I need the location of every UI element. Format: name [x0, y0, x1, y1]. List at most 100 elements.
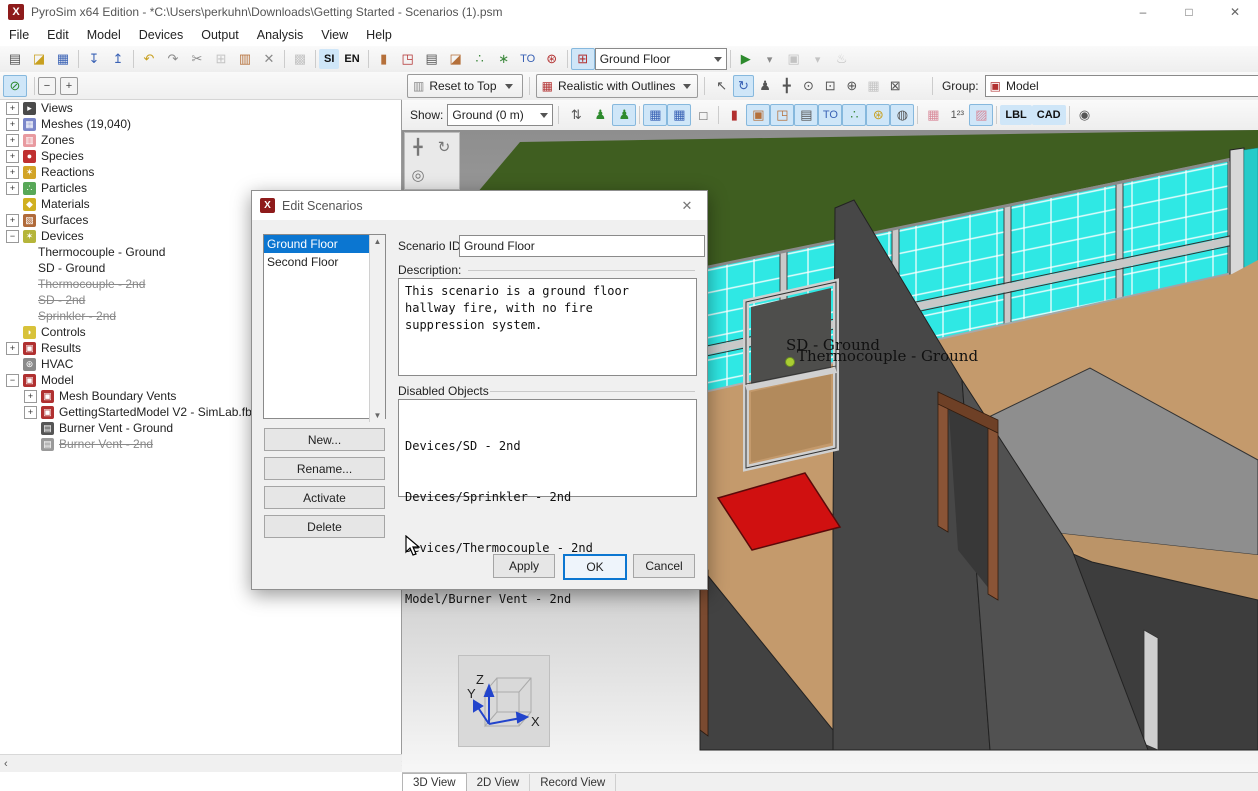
zoom-tool-icon[interactable]: ⊙: [798, 75, 820, 97]
tab-2d-view[interactable]: 2D View: [467, 774, 531, 791]
tab-record-view[interactable]: Record View: [530, 774, 616, 791]
show-floor-combo[interactable]: Ground (0 m): [447, 104, 553, 126]
group-combo[interactable]: ▣ Model: [985, 75, 1258, 97]
menu-edit[interactable]: Edit: [38, 28, 78, 42]
scenario-manager-icon[interactable]: ⊞: [571, 48, 595, 70]
new-particle-icon[interactable]: ∗: [492, 48, 516, 70]
collapse-all-button[interactable]: −: [38, 77, 56, 95]
show-vents-icon[interactable]: ▤: [794, 104, 818, 126]
pan-tool-icon[interactable]: ╋: [776, 75, 798, 97]
show-devices-icon[interactable]: ⊛: [866, 104, 890, 126]
rename-button[interactable]: Rename...: [264, 457, 385, 480]
expand-icon[interactable]: +: [6, 166, 19, 179]
collapse-icon[interactable]: −: [6, 230, 19, 243]
expand-icon[interactable]: +: [6, 182, 19, 195]
menu-help[interactable]: Help: [357, 28, 401, 42]
new-vent-icon[interactable]: ▤: [420, 48, 444, 70]
scenario-list-scrollbar[interactable]: ▲▼: [369, 235, 385, 422]
scenario-list-item-ground[interactable]: Ground Floor: [264, 235, 371, 253]
show-to-labels-icon[interactable]: TO: [818, 104, 842, 126]
dialog-title-bar[interactable]: X Edit Scenarios ✕: [252, 191, 707, 220]
paste-icon[interactable]: ▥: [233, 48, 257, 70]
dialog-close-icon[interactable]: ✕: [667, 191, 707, 220]
scenario-id-field[interactable]: Ground Floor: [459, 235, 705, 257]
resume-dropdown-icon[interactable]: ▾: [806, 48, 830, 70]
menu-analysis[interactable]: Analysis: [248, 28, 313, 42]
orbit-tool-icon[interactable]: ↻: [733, 75, 755, 97]
show-holes-icon[interactable]: ◳: [770, 104, 794, 126]
center-view-icon[interactable]: ⊕: [841, 75, 863, 97]
new-slice-icon[interactable]: ◪: [444, 48, 468, 70]
camera-icon[interactable]: ◉: [1073, 104, 1097, 126]
lbl-toggle-button[interactable]: LBL: [1000, 105, 1031, 125]
description-textarea[interactable]: This scenario is a ground floor hallway …: [398, 278, 697, 376]
expand-icon[interactable]: +: [6, 342, 19, 355]
render-mode-combo[interactable]: ▦ Realistic with Outlines: [536, 74, 698, 98]
zoom-window-icon[interactable]: ⊡: [819, 75, 841, 97]
orbit-icon[interactable]: ◎: [405, 161, 431, 189]
new-particle-cloud-icon[interactable]: ∴: [468, 48, 492, 70]
en-units-button[interactable]: EN: [339, 49, 364, 69]
new-thermocouple-icon[interactable]: TO: [516, 48, 540, 70]
filter-view-icon[interactable]: ▦: [863, 75, 885, 97]
open-icon[interactable]: ◪: [27, 48, 51, 70]
export-icon[interactable]: ↥: [106, 48, 130, 70]
redo-icon[interactable]: ↷: [161, 48, 185, 70]
new-file-icon[interactable]: ▤: [3, 48, 27, 70]
resume-icon[interactable]: ▣: [782, 48, 806, 70]
run-simulation-icon[interactable]: ▶: [734, 48, 758, 70]
run-dropdown-icon[interactable]: ▾: [758, 48, 782, 70]
show-obstructions-icon[interactable]: ▣: [746, 104, 770, 126]
menu-model[interactable]: Model: [78, 28, 130, 42]
import-icon[interactable]: ↧: [82, 48, 106, 70]
slab-icon[interactable]: ▨: [969, 104, 993, 126]
si-units-button[interactable]: SI: [319, 49, 339, 69]
tree-item-reactions[interactable]: +✶Reactions: [0, 164, 401, 180]
smokeview-icon[interactable]: ♨: [830, 48, 854, 70]
scenario-list-item-second[interactable]: Second Floor: [264, 253, 371, 271]
save-icon[interactable]: ▦: [51, 48, 75, 70]
activate-button[interactable]: Activate: [264, 486, 385, 509]
pan-icon[interactable]: ╋: [405, 133, 431, 161]
new-button[interactable]: New...: [264, 428, 385, 451]
delete-icon[interactable]: ✕: [257, 48, 281, 70]
floor-levels-icon[interactable]: ⇅: [564, 104, 588, 126]
apply-button[interactable]: Apply: [493, 554, 555, 578]
scroll-left-icon[interactable]: ‹: [4, 758, 8, 770]
show-particles-icon[interactable]: ∴: [842, 104, 866, 126]
cad-toggle-button[interactable]: CAD: [1032, 105, 1066, 125]
tree-item-meshes[interactable]: +▦Meshes (19,040): [0, 116, 401, 132]
reset-view-button[interactable]: ▥ Reset to Top: [407, 74, 523, 98]
delete-button[interactable]: Delete: [264, 515, 385, 538]
copy-icon[interactable]: ⊞: [209, 48, 233, 70]
mesh-off-icon[interactable]: □: [691, 104, 715, 126]
cancel-button[interactable]: Cancel: [633, 554, 695, 578]
new-hole-icon[interactable]: ◳: [396, 48, 420, 70]
person-view-active-icon[interactable]: ♟: [612, 104, 636, 126]
fit-view-icon[interactable]: ⊠: [884, 75, 906, 97]
grid-icon[interactable]: ▦: [921, 104, 945, 126]
expand-icon[interactable]: +: [6, 102, 19, 115]
mesh-wire-icon[interactable]: ▦: [667, 104, 691, 126]
person-view-icon[interactable]: ♟: [588, 104, 612, 126]
scroll-up-icon[interactable]: ▲: [374, 237, 382, 246]
scenario-list[interactable]: Ground Floor Second Floor ▲▼: [263, 234, 386, 419]
collapse-icon[interactable]: −: [6, 374, 19, 387]
scenario-combo[interactable]: Ground Floor: [595, 48, 727, 70]
mesh-solid-icon[interactable]: ▦: [643, 104, 667, 126]
expand-icon[interactable]: +: [24, 406, 37, 419]
show-smoke-icon[interactable]: ◍: [890, 104, 914, 126]
cut-icon[interactable]: ✂: [185, 48, 209, 70]
minimize-button[interactable]: –: [1120, 0, 1166, 24]
tree-item-views[interactable]: +▸Views: [0, 100, 401, 116]
undo-icon[interactable]: ↶: [137, 48, 161, 70]
expand-icon[interactable]: +: [6, 214, 19, 227]
new-obstruction-icon[interactable]: ▮: [372, 48, 396, 70]
tree-item-species[interactable]: +●Species: [0, 148, 401, 164]
menu-file[interactable]: File: [0, 28, 38, 42]
rotate-icon[interactable]: ↻: [431, 133, 457, 161]
menu-output[interactable]: Output: [192, 28, 248, 42]
close-button[interactable]: ✕: [1212, 0, 1258, 24]
maximize-button[interactable]: □: [1166, 0, 1212, 24]
expand-icon[interactable]: +: [6, 134, 19, 147]
